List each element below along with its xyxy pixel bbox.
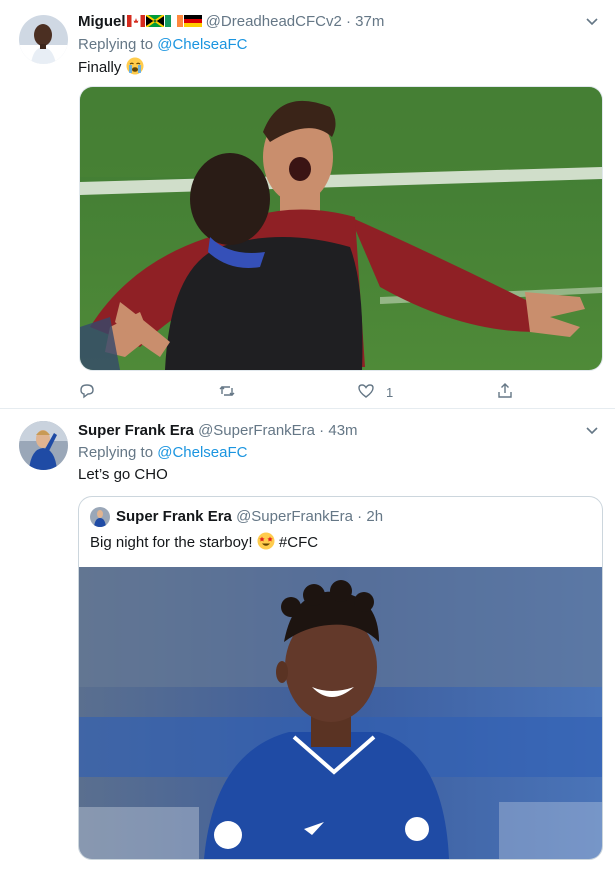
quote-header: Super Frank Era @SuperFrankEra · 2h — [116, 508, 384, 525]
reply-icon — [78, 382, 96, 403]
handle[interactable]: @DreadheadCFCv2 — [206, 13, 342, 30]
reply-button[interactable] — [78, 381, 96, 403]
mention-link[interactable]: @ChelseaFC — [157, 444, 247, 461]
chevron-down-icon[interactable] — [585, 14, 599, 28]
tweet-header: Miguel @DreadheadCFCv2 · 37m — [78, 13, 385, 30]
avatar — [90, 507, 110, 527]
heart-icon — [357, 382, 375, 403]
tweet-super-frank-era[interactable]: Super Frank Era @SuperFrankEra · 43m Rep… — [0, 409, 615, 871]
quoted-tweet[interactable]: Super Frank Era @SuperFrankEra · 2h Big … — [78, 496, 603, 860]
avatar[interactable] — [19, 421, 68, 470]
chevron-down-icon[interactable] — [585, 423, 599, 437]
display-name: Super Frank Era — [116, 508, 232, 525]
tweet-actions: 1 — [78, 381, 518, 403]
star-struck-icon — [257, 532, 275, 551]
quote-text: Big night for the starboy! #CFC — [90, 532, 319, 551]
like-count: 1 — [386, 384, 394, 400]
like-button[interactable]: 1 — [357, 381, 393, 403]
replying-to: Replying to @ChelseaFC — [78, 36, 248, 53]
replying-to: Replying to @ChelseaFC — [78, 444, 248, 461]
retweet-icon — [218, 382, 236, 403]
flag-canada-icon — [126, 13, 145, 30]
tweet-header: Super Frank Era @SuperFrankEra · 43m — [78, 422, 358, 439]
mention-link[interactable]: @ChelseaFC — [157, 36, 247, 53]
player-photo[interactable] — [79, 567, 602, 859]
timestamp: 2h — [366, 508, 384, 525]
display-name[interactable]: Super Frank Era — [78, 422, 194, 439]
tweet-miguel[interactable]: Miguel @DreadheadCFCv2 · 37m Replying to… — [0, 0, 615, 409]
avatar[interactable] — [19, 15, 68, 64]
flag-jamaica-icon — [145, 13, 164, 30]
timestamp[interactable]: 43m — [328, 422, 357, 439]
timestamp[interactable]: 37m — [355, 13, 384, 30]
share-icon — [496, 382, 514, 403]
celebration-photo[interactable] — [79, 86, 603, 371]
crying-face-icon — [126, 57, 144, 76]
tweet-text: Let’s go CHO — [78, 466, 168, 483]
retweet-button[interactable] — [218, 381, 236, 403]
handle[interactable]: @SuperFrankEra — [198, 422, 315, 439]
tweet-text: Finally — [78, 57, 144, 78]
handle: @SuperFrankEra — [236, 508, 354, 525]
display-name[interactable]: Miguel — [78, 13, 126, 30]
share-button[interactable] — [496, 381, 514, 403]
flag-germany-icon — [183, 13, 202, 30]
flag-ireland-icon — [164, 13, 183, 30]
